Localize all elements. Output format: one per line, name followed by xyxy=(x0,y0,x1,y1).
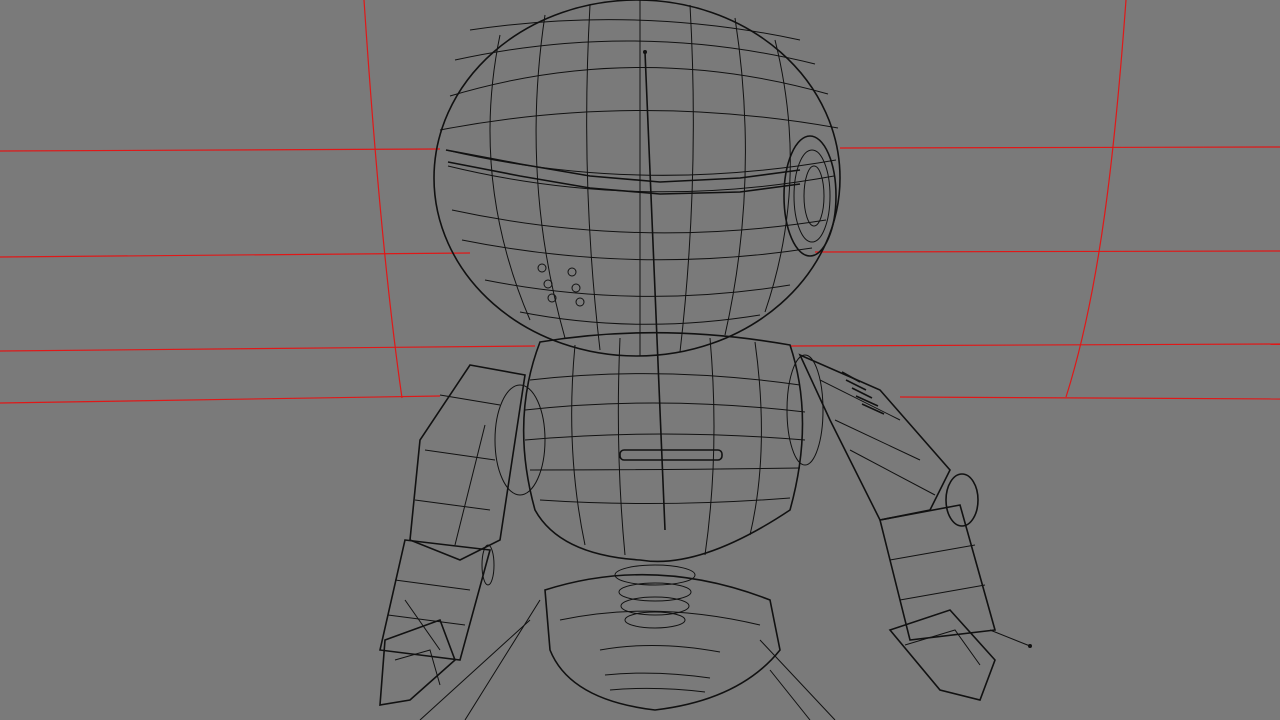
robot-torso[interactable] xyxy=(494,331,824,563)
robot-right-arm[interactable] xyxy=(798,353,1032,701)
3d-viewport[interactable] xyxy=(0,0,1280,720)
viewport-canvas[interactable] xyxy=(0,0,1280,720)
robot-left-arm[interactable] xyxy=(379,364,526,706)
robot-waist[interactable] xyxy=(419,564,836,720)
